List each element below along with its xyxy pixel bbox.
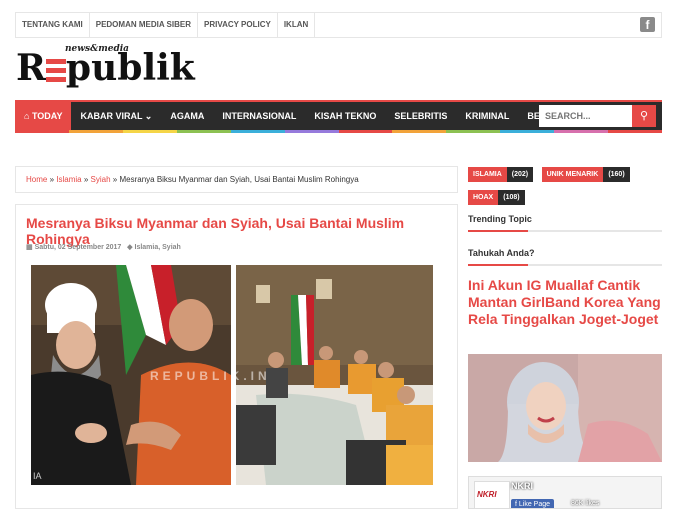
- rainbow-segment: [392, 130, 447, 133]
- search-input[interactable]: [539, 105, 632, 127]
- logo-e-mark: [45, 58, 66, 82]
- nav-today-label: TODAY: [31, 111, 63, 121]
- fb-like-button[interactable]: f Like Page: [511, 499, 555, 508]
- breadcrumb-home[interactable]: Home: [26, 175, 47, 184]
- rainbow-segment: [176, 130, 231, 133]
- breadcrumb-sep: »: [49, 175, 55, 184]
- rainbow-segment: [500, 130, 555, 133]
- tag-icon: ◆: [127, 244, 135, 251]
- top-link-iklan[interactable]: IKLAN: [278, 13, 316, 37]
- tag-hoax[interactable]: HOAX (108): [468, 190, 525, 205]
- tag-islamia-count: (202): [506, 167, 534, 182]
- breadcrumb: Home » Islamia » Syiah » Mesranya Biksu …: [15, 166, 458, 193]
- rainbow-segment: [554, 130, 609, 133]
- nav-kabar-viral-label: KABAR VIRAL: [80, 111, 143, 121]
- top-link-privacy-policy[interactable]: PRIVACY POLICY: [198, 13, 278, 37]
- fb-page-name[interactable]: NKRI: [511, 481, 533, 491]
- photo-corner-mark: IA: [33, 471, 42, 481]
- tahukah-divider: [468, 264, 662, 266]
- breadcrumb-syiah[interactable]: Syiah: [91, 175, 111, 184]
- chevron-down-icon: ⌄: [142, 111, 153, 121]
- rainbow-segment: [284, 130, 339, 133]
- fb-page-logo-text: NKRI: [477, 490, 497, 499]
- search-button[interactable]: ⚲: [632, 105, 656, 127]
- nav-today[interactable]: ⌂ TODAY: [15, 102, 72, 130]
- trending-heading: Trending Topic: [468, 214, 532, 224]
- home-icon: ⌂: [24, 111, 32, 121]
- tag-islamia-label: ISLAMIA: [468, 167, 507, 182]
- nav-agama[interactable]: AGAMA: [161, 102, 213, 130]
- rainbow-segment: [608, 130, 663, 133]
- facebook-icon[interactable]: f: [640, 17, 655, 32]
- top-links: TENTANG KAMI PEDOMAN MEDIA SIBER PRIVACY…: [16, 13, 316, 37]
- fb-like-count: 86K likes: [571, 500, 600, 507]
- featured-post-title[interactable]: Ini Akun IG Muallaf Cantik Mantan GirlBa…: [468, 277, 662, 328]
- top-bar: TENTANG KAMI PEDOMAN MEDIA SIBER PRIVACY…: [15, 12, 662, 38]
- featured-post-image[interactable]: [468, 354, 662, 462]
- breadcrumb-islamia[interactable]: Islamia: [56, 175, 81, 184]
- rainbow-stripe: [15, 130, 663, 133]
- top-link-tentang-kami[interactable]: TENTANG KAMI: [16, 13, 90, 37]
- article-meta: ▦ Sabtu, 02 September 2017 ◆ Islamia, Sy…: [26, 243, 181, 251]
- nav-internasional[interactable]: INTERNASIONAL: [213, 102, 305, 130]
- article-tags[interactable]: Islamia, Syiah: [135, 244, 181, 251]
- rainbow-segment: [446, 130, 501, 133]
- tag-islamia[interactable]: ISLAMIA (202): [468, 167, 534, 182]
- fb-page-logo: NKRI: [474, 481, 510, 508]
- trending-divider: [468, 230, 662, 232]
- tag-unik-menarik[interactable]: UNIK MENARIK (160): [541, 167, 630, 182]
- tag-hoax-count: (108): [498, 190, 525, 205]
- top-link-pedoman-media-siber[interactable]: PEDOMAN MEDIA SIBER: [90, 13, 198, 37]
- rainbow-segment: [15, 130, 69, 133]
- tag-unik-menarik-count: (160): [603, 167, 630, 182]
- tag-unik-menarik-label: UNIK MENARIK: [541, 167, 604, 182]
- tag-hoax-label: HOAX: [468, 190, 499, 205]
- facebook-page-widget: NKRI NKRI f Like Page 86K likes: [468, 476, 662, 509]
- article-date: Sabtu, 02 September 2017: [34, 244, 122, 251]
- nav-kabar-viral[interactable]: KABAR VIRAL ⌄: [71, 102, 161, 130]
- breadcrumb-sep: »: [83, 175, 89, 184]
- rainbow-segment: [230, 130, 285, 133]
- site-logo[interactable]: news&media Rpublik: [16, 44, 195, 89]
- featured-image-drawing: [468, 354, 662, 462]
- search-icon: ⚲: [639, 110, 649, 122]
- nav-selebritis[interactable]: SELEBRITIS: [385, 102, 456, 130]
- rainbow-segment: [122, 130, 177, 133]
- logo-letter-r: R: [16, 47, 46, 89]
- tahukah-heading: Tahukah Anda?: [468, 248, 535, 258]
- breadcrumb-sep: »: [112, 175, 118, 184]
- nav-kriminal[interactable]: KRIMINAL: [456, 102, 518, 130]
- fb-like-label: Like Page: [518, 501, 551, 508]
- rainbow-segment: [338, 130, 393, 133]
- article-card: Mesranya Biksu Myanmar dan Syiah, Usai B…: [15, 204, 458, 509]
- main-nav: ⌂ TODAY KABAR VIRAL ⌄ AGAMA INTERNASIONA…: [15, 100, 662, 130]
- sidebar-tag-cloud: ISLAMIA (202) UNIK MENARIK (160) HOAX (108): [468, 163, 662, 209]
- rainbow-segment: [68, 130, 123, 133]
- breadcrumb-current: Mesranya Biksu Myanmar dan Syiah, Usai B…: [119, 175, 359, 184]
- photo-watermark: REPUBLIK.IN: [150, 369, 271, 383]
- logo-tagline: news&media: [65, 44, 130, 54]
- nav-kisah-tekno[interactable]: KISAH TEKNO: [305, 102, 385, 130]
- calendar-icon: ▦: [26, 244, 35, 251]
